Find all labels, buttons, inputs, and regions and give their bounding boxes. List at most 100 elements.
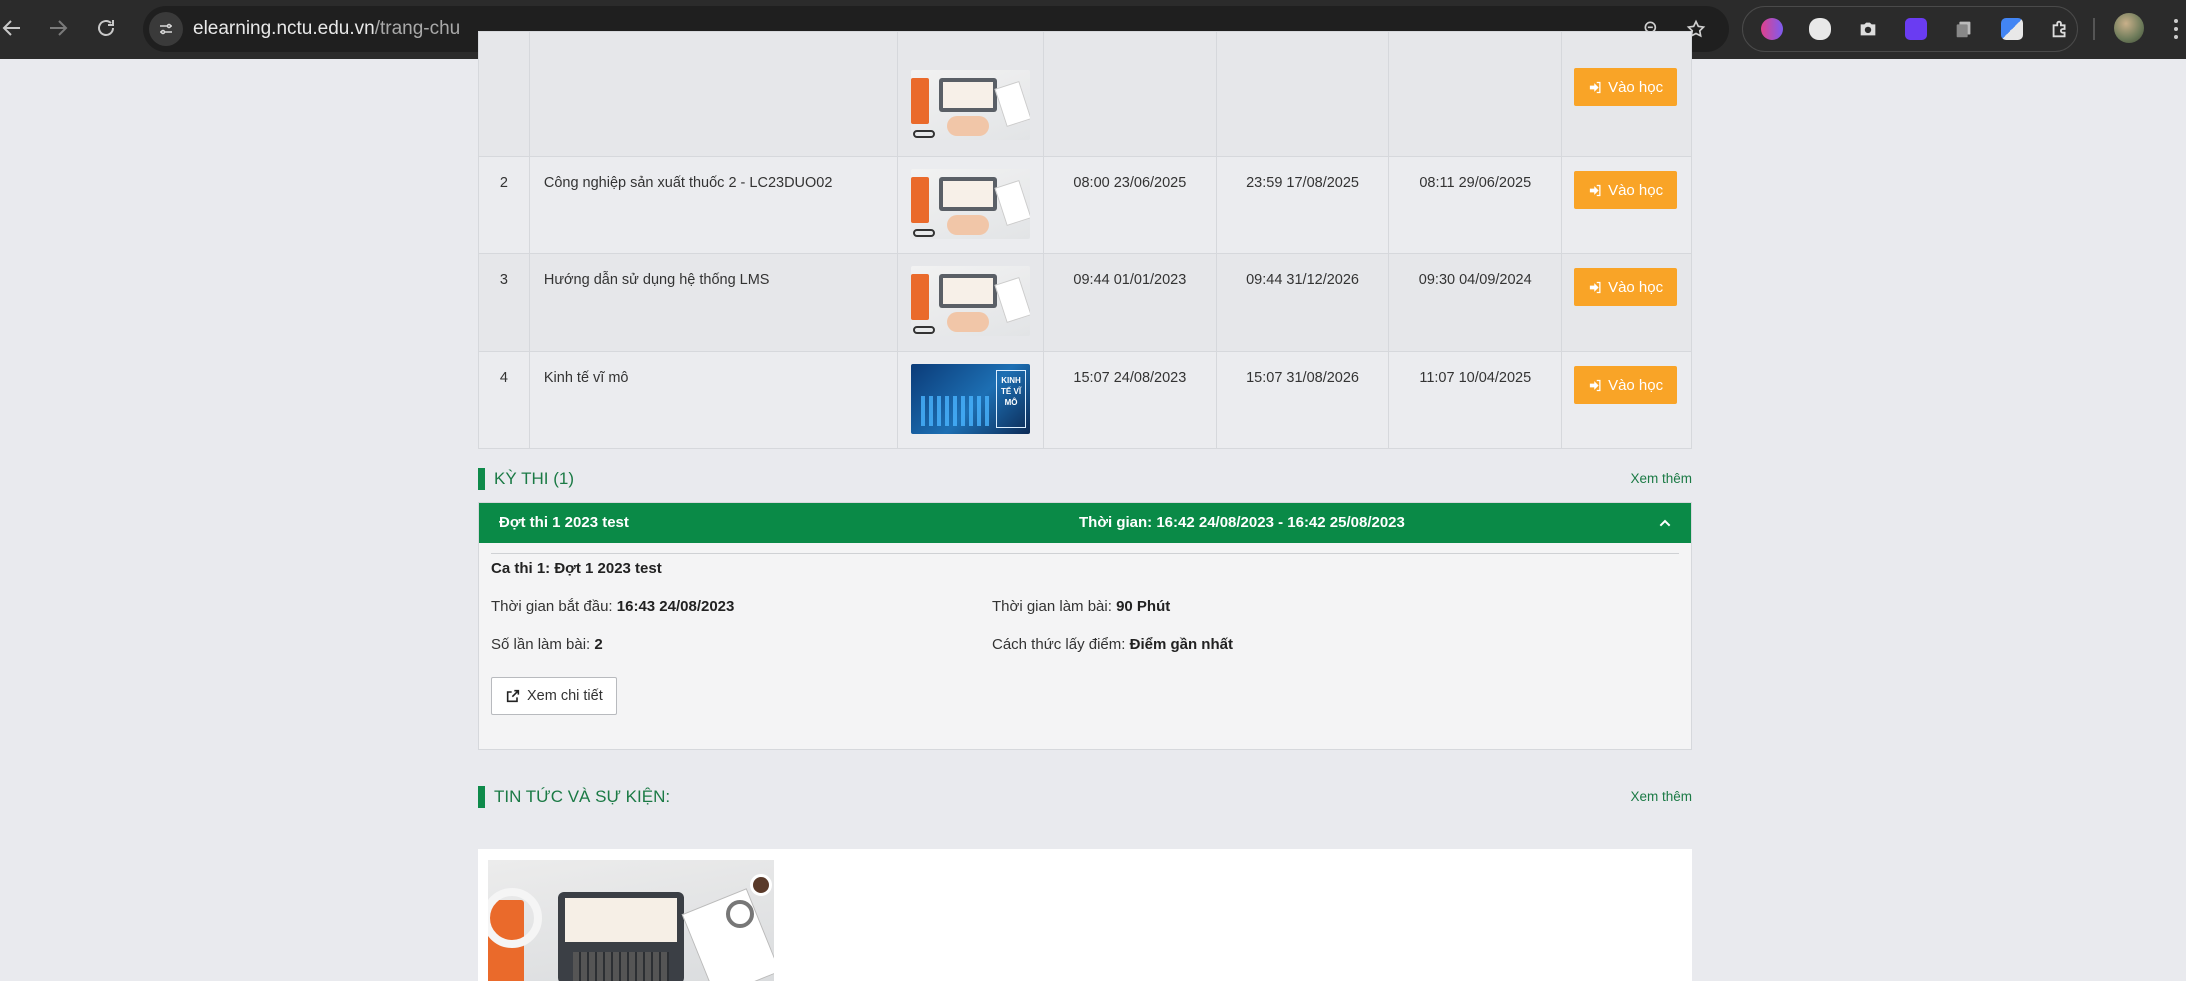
- course-last-access: 11:07 10/04/2025: [1388, 351, 1563, 449]
- course-thumbnail[interactable]: [911, 70, 1031, 140]
- news-thumbnail[interactable]: [488, 860, 774, 981]
- course-number: 2: [478, 156, 530, 254]
- exams-title: KỲ THI (1): [494, 469, 574, 488]
- course-name: [528, 31, 899, 157]
- external-link-icon: [506, 689, 520, 703]
- course-start: 08:00 23/06/2025: [1043, 156, 1217, 254]
- table-row: 4 Kinh tế vĩ mô KINH TẾ VĨ MÔ 15:07 24/0…: [478, 351, 1692, 449]
- exam-start-value: 16:43 24/08/2023: [616, 598, 735, 615]
- site-info-icon[interactable]: [149, 12, 183, 46]
- exam-scoring-value: Điểm gần nhất: [1129, 636, 1233, 653]
- section-marker: [478, 786, 485, 808]
- course-start: 15:07 24/08/2023: [1043, 351, 1217, 449]
- course-end: 23:59 17/08/2025: [1215, 156, 1390, 254]
- url-host: elearning.nctu.edu.vn: [193, 18, 375, 39]
- gear-extension-icon[interactable]: [1901, 14, 1931, 44]
- enter-course-button[interactable]: Vào học: [1574, 68, 1678, 106]
- course-action-cell: Vào học: [1561, 31, 1692, 157]
- exam-session-title: Ca thi 1: Đợt 1 2023 test: [491, 560, 662, 577]
- exams-more-link[interactable]: Xem thêm: [1630, 471, 1692, 486]
- toolbar-divider: [2093, 18, 2095, 40]
- course-last-access: 09:30 04/09/2024: [1388, 253, 1563, 352]
- course-thumbnail[interactable]: [911, 266, 1031, 336]
- exam-session: Ca thi 1: Đợt 1 2023 test Thời gian bắt …: [479, 554, 1691, 744]
- exam-panel: Đợt thi 1 2023 test Thời gian: 16:42 24/…: [478, 502, 1692, 750]
- view-detail-button[interactable]: Xem chi tiết: [491, 677, 617, 715]
- sign-in-icon: [1589, 281, 1601, 293]
- forward-arrow-icon[interactable]: [38, 8, 78, 48]
- course-thumbnail[interactable]: [911, 169, 1031, 239]
- view-detail-label: Xem chi tiết: [527, 688, 603, 704]
- sign-in-icon: [1589, 379, 1601, 391]
- copy-extension-icon[interactable]: [1949, 14, 1979, 44]
- sign-in-icon: [1589, 81, 1601, 93]
- enter-course-button[interactable]: Vào học: [1574, 366, 1678, 404]
- exam-attempts-label: Số lần làm bài:: [491, 636, 591, 653]
- course-start: [1043, 31, 1217, 157]
- cloud-extension-icon[interactable]: [1805, 14, 1835, 44]
- course-end: 09:44 31/12/2026: [1215, 253, 1390, 352]
- course-end: 15:07 31/08/2026: [1215, 351, 1390, 449]
- macro-thumb-label: KINH TẾ VĨ MÔ: [996, 370, 1027, 428]
- exam-start-row: Thời gian bắt đầu: 16:43 24/08/2023: [491, 598, 734, 615]
- sign-in-icon: [1589, 184, 1601, 196]
- course-start: 09:44 01/01/2023: [1043, 253, 1217, 352]
- course-number: 3: [478, 253, 530, 352]
- course-last-access: [1388, 31, 1563, 157]
- exam-scoring-label: Cách thức lấy điểm:: [992, 636, 1126, 653]
- course-thumbnail[interactable]: KINH TẾ VĨ MÔ: [911, 364, 1031, 434]
- enter-course-button[interactable]: Vào học: [1574, 171, 1678, 209]
- exam-attempts-value: 2: [594, 636, 603, 653]
- browser-menu-icon[interactable]: [2166, 14, 2186, 44]
- exam-start-label: Thời gian bắt đầu:: [491, 598, 613, 615]
- course-action-cell: Vào học: [1561, 253, 1692, 352]
- back-arrow-icon[interactable]: [0, 8, 32, 48]
- news-more-link[interactable]: Xem thêm: [1630, 789, 1692, 804]
- brain-extension-icon[interactable]: [1757, 14, 1787, 44]
- table-row: 2 Công nghiệp sản xuất thuốc 2 - LC23DUO…: [478, 156, 1692, 254]
- exam-scoring-row: Cách thức lấy điểm: Điểm gần nhất: [992, 636, 1233, 653]
- enter-course-label: Vào học: [1608, 78, 1664, 96]
- exam-batch-header[interactable]: Đợt thi 1 2023 test Thời gian: 16:42 24/…: [479, 503, 1691, 543]
- course-thumbnail-cell: [897, 31, 1045, 157]
- enter-course-label: Vào học: [1608, 376, 1664, 394]
- course-name: Công nghiệp sản xuất thuốc 2 - LC23DUO02: [528, 156, 899, 254]
- table-row: Vào học: [478, 31, 1692, 157]
- chevron-up-icon[interactable]: [1657, 515, 1673, 531]
- course-number: [478, 31, 530, 157]
- puzzle-extensions-icon[interactable]: [2045, 14, 2075, 44]
- table-row: 3 Hướng dẫn sử dụng hệ thống LMS 09:44 0…: [478, 253, 1692, 352]
- course-action-cell: Vào học: [1561, 351, 1692, 449]
- course-end: [1215, 31, 1390, 157]
- course-last-access: 08:11 29/06/2025: [1388, 156, 1563, 254]
- course-thumbnail-cell: [897, 253, 1045, 352]
- exam-attempts-row: Số lần làm bài: 2: [491, 636, 603, 653]
- course-number: 4: [478, 351, 530, 449]
- course-table: Vào học 2 Công nghiệp sản xuất thuốc 2 -…: [478, 31, 1692, 449]
- course-thumbnail-cell: KINH TẾ VĨ MÔ: [897, 351, 1045, 449]
- exam-duration-value: 90 Phút: [1116, 598, 1171, 615]
- course-action-cell: Vào học: [1561, 156, 1692, 254]
- course-name: Kinh tế vĩ mô: [528, 351, 899, 449]
- url-text[interactable]: elearning.nctu.edu.vn/trang-chu: [193, 18, 460, 40]
- exam-batch-time: Thời gian: 16:42 24/08/2023 - 16:42 25/0…: [1079, 514, 1405, 531]
- enter-course-button[interactable]: Vào học: [1574, 268, 1678, 306]
- exams-section-header: KỲ THI (1) Xem thêm: [478, 468, 1692, 492]
- profile-avatar[interactable]: [2114, 13, 2144, 43]
- exam-duration-row: Thời gian làm bài: 90 Phút: [992, 598, 1170, 615]
- camera-extension-icon[interactable]: [1853, 14, 1883, 44]
- url-path: /trang-chu: [374, 18, 461, 39]
- exam-batch-name: Đợt thi 1 2023 test: [499, 514, 629, 531]
- enter-course-label: Vào học: [1608, 181, 1664, 199]
- page-content: Vào học 2 Công nghiệp sản xuất thuốc 2 -…: [0, 31, 2186, 981]
- exam-duration-label: Thời gian làm bài:: [992, 598, 1112, 615]
- enter-course-label: Vào học: [1608, 278, 1664, 296]
- reload-icon[interactable]: [86, 8, 126, 48]
- course-name: Hướng dẫn sử dụng hệ thống LMS: [528, 253, 899, 352]
- news-list: [478, 849, 1692, 981]
- translate-extension-icon[interactable]: [1997, 14, 2027, 44]
- course-thumbnail-cell: [897, 156, 1045, 254]
- news-title: TIN TỨC VÀ SỰ KIỆN:: [494, 787, 671, 806]
- extensions-bar: [1742, 6, 2078, 52]
- news-section-header: TIN TỨC VÀ SỰ KIỆN: Xem thêm: [478, 786, 1692, 810]
